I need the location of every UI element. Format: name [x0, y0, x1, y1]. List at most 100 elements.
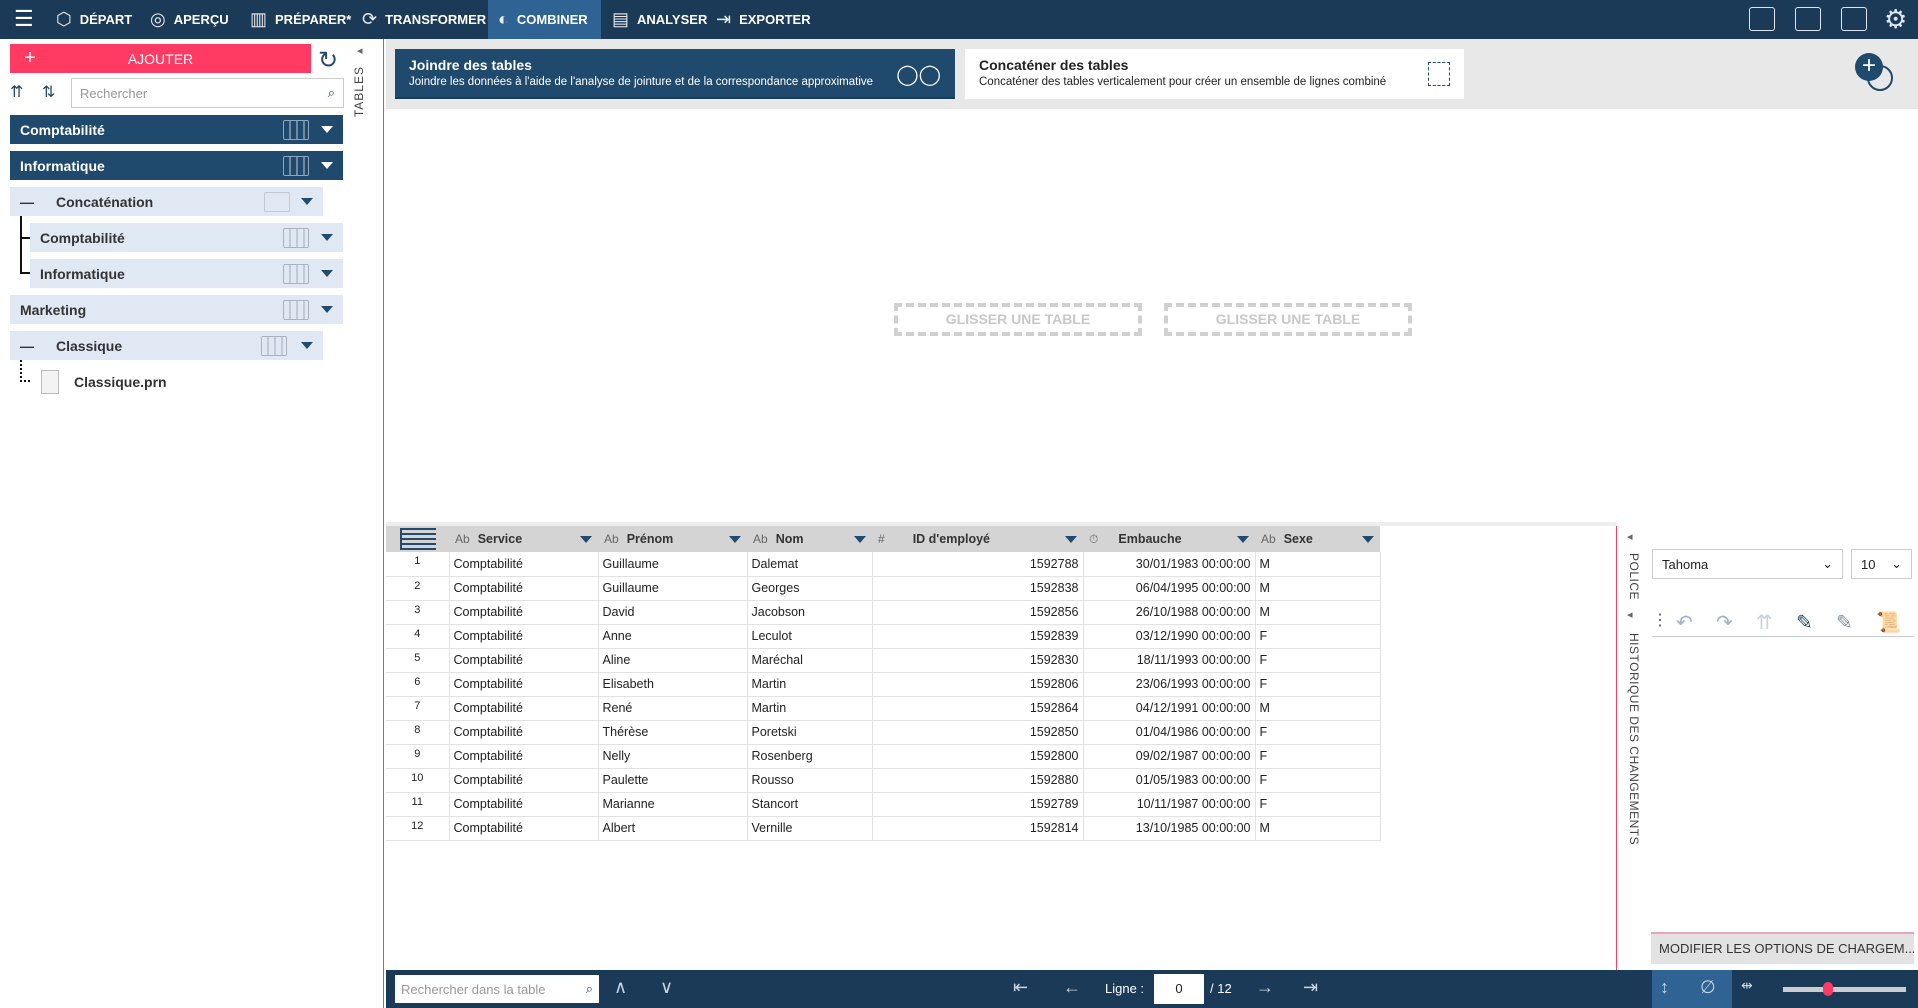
concat-tables-card[interactable]: Concaténer des tables Concaténer des tabl… — [965, 49, 1464, 99]
table-cell[interactable]: F — [1255, 768, 1381, 793]
table-cell[interactable]: David — [598, 600, 748, 625]
table-cell[interactable]: Comptabilité — [449, 624, 599, 649]
table-cell[interactable]: 09/02/1987 00:00:00 — [1083, 744, 1256, 769]
table-row[interactable]: 8 Comptabilité Thérèse Poretski 1592850 01/04… — [386, 720, 1381, 745]
collapse-police-icon[interactable]: ◂ — [1627, 530, 1633, 543]
table-cell[interactable]: Comptabilité — [449, 744, 599, 769]
row-number-input[interactable]: 0 — [1154, 974, 1204, 1004]
table-cell[interactable]: 1592839 — [872, 624, 1084, 649]
table-cell[interactable]: Comptabilité — [449, 816, 599, 841]
last-row-icon[interactable]: ⇥ — [1303, 977, 1318, 998]
table-cell[interactable]: 01/04/1986 00:00:00 — [1083, 720, 1256, 745]
help-book-icon[interactable] — [1841, 7, 1867, 31]
column-dropdown-icon[interactable] — [729, 536, 741, 543]
table-cell[interactable]: Thérèse — [598, 720, 748, 745]
font-family-select[interactable]: Tahoma ⌄ — [1652, 549, 1843, 579]
sort-icon[interactable]: ⇅ — [42, 82, 55, 102]
table-cell[interactable]: René — [598, 696, 748, 721]
table-cell[interactable]: Comptabilité — [449, 600, 599, 625]
table-row[interactable]: 6 Comptabilité Elisabeth Martin 1592806 23/06… — [386, 672, 1381, 697]
nav-depart[interactable]: ⬡ DÉPART — [46, 0, 142, 39]
nav-analyser[interactable]: ▤ ANALYSER — [602, 0, 717, 39]
table-cell[interactable]: Nelly — [598, 744, 748, 769]
tree-item-classique-prn[interactable]: Classique.prn — [74, 367, 167, 396]
police-section-label[interactable]: POLICE — [1627, 553, 1641, 600]
table-cell[interactable]: M — [1255, 696, 1381, 721]
row-height-icon[interactable]: ↕ — [1660, 977, 1669, 998]
table-cell[interactable]: F — [1255, 672, 1381, 697]
table-cell[interactable]: 1592789 — [872, 792, 1084, 817]
tree-item-classique[interactable]: — Classique — [10, 331, 323, 360]
table-cell[interactable]: Anne — [598, 624, 748, 649]
table-cell[interactable]: Georges — [747, 576, 873, 601]
table-cell[interactable]: 18/11/1993 00:00:00 — [1083, 648, 1256, 673]
nav-preparer[interactable]: ▥ PRÉPARER* — [240, 0, 361, 39]
table-cell[interactable]: F — [1255, 744, 1381, 769]
table-cell[interactable]: 03/12/1990 00:00:00 — [1083, 624, 1256, 649]
dropdown-caret-icon[interactable] — [321, 162, 333, 169]
column-dropdown-icon[interactable] — [1065, 536, 1077, 543]
nav-transformer[interactable]: ⟳ TRANSFORMER — [352, 0, 496, 39]
tree-item-marketing[interactable]: Marketing — [10, 295, 343, 324]
dropdown-caret-icon[interactable] — [301, 342, 313, 349]
join-tables-card[interactable]: Joindre des tables Joindre les données à … — [395, 49, 955, 99]
table-cell[interactable]: Comptabilité — [449, 576, 599, 601]
collapse-history-icon[interactable]: ◂ — [1627, 608, 1633, 621]
collapse-minus-icon[interactable]: — — [20, 338, 34, 354]
collapse-minus-icon[interactable]: — — [20, 194, 34, 210]
modify-load-options-button[interactable]: MODIFIER LES OPTIONS DE CHARGEM... — [1651, 932, 1914, 964]
table-row[interactable]: 11 Comptabilité Marianne Stancort 1592789 10/… — [386, 792, 1381, 817]
table-cell[interactable]: Marianne — [598, 792, 748, 817]
table-cell[interactable]: Dalemat — [747, 552, 873, 577]
hamburger-icon[interactable]: ☰ — [14, 6, 34, 32]
table-search-input[interactable]: Rechercher ⌕ — [71, 78, 344, 108]
first-row-icon[interactable]: ⇤ — [1013, 977, 1028, 998]
drop-zone-left[interactable]: GLISSER UNE TABLE — [894, 303, 1142, 336]
table-row[interactable]: 7 Comptabilité René Martin 1592864 04/12/1991… — [386, 696, 1381, 721]
table-row[interactable]: 3 Comptabilité David Jacobson 1592856 26/10/1… — [386, 600, 1381, 625]
table-cell[interactable]: F — [1255, 624, 1381, 649]
add-combine-icon[interactable]: + — [1855, 53, 1883, 81]
nav-combiner[interactable]: ◐ COMBINER — [488, 0, 601, 39]
table-cell[interactable]: Guillaume — [598, 552, 748, 577]
table-cell[interactable]: Paulette — [598, 768, 748, 793]
table-cell[interactable]: 01/05/1983 00:00:00 — [1083, 768, 1256, 793]
table-cell[interactable]: 1592850 — [872, 720, 1084, 745]
table-cell[interactable]: Comptabilité — [449, 672, 599, 697]
table-cell[interactable]: 1592788 — [872, 552, 1084, 577]
zoom-slider-handle[interactable] — [1823, 982, 1833, 996]
table-row[interactable]: 5 Comptabilité Aline Maréchal 1592830 18/11/1… — [386, 648, 1381, 673]
column-header-embauche[interactable]: ⏱ Embauche — [1083, 526, 1255, 552]
dropdown-caret-icon[interactable] — [321, 270, 333, 277]
table-cell[interactable]: Rosenberg — [747, 744, 873, 769]
table-cell[interactable]: Guillaume — [598, 576, 748, 601]
column-dropdown-icon[interactable] — [1237, 536, 1249, 543]
next-row-icon[interactable]: → — [1256, 977, 1274, 998]
tree-item-concatenation[interactable]: — Concaténation — [10, 187, 323, 216]
history-section-label[interactable]: HISTORIQUE DES CHANGEMENTS — [1627, 633, 1641, 845]
table-cell[interactable]: M — [1255, 816, 1381, 841]
column-header-nom[interactable]: Ab Nom — [747, 526, 872, 552]
script-icon[interactable]: 📜 — [1876, 610, 1901, 635]
column-dropdown-icon[interactable] — [1362, 536, 1374, 543]
table-cell[interactable]: Jacobson — [747, 600, 873, 625]
table-cell[interactable]: 23/06/1993 00:00:00 — [1083, 672, 1256, 697]
gear-icon[interactable]: ⚙ — [1884, 4, 1907, 35]
tree-item-informatique-child[interactable]: Informatique — [30, 259, 343, 288]
table-cell[interactable]: 30/01/1983 00:00:00 — [1083, 552, 1256, 577]
table-cell[interactable]: Comptabilité — [449, 696, 599, 721]
table-cell[interactable]: 1592814 — [872, 816, 1084, 841]
table-cell[interactable]: Vernille — [747, 816, 873, 841]
table-cell[interactable]: 10/11/1987 00:00:00 — [1083, 792, 1256, 817]
previous-row-icon[interactable]: ← — [1063, 977, 1081, 998]
table-cell[interactable]: 1592830 — [872, 648, 1084, 673]
table-row[interactable]: 1 Comptabilité Guillaume Dalemat 1592788 30/0… — [386, 552, 1381, 577]
dropdown-caret-icon[interactable] — [321, 306, 333, 313]
tables-panel-label[interactable]: TABLES — [352, 66, 366, 117]
tree-item-comptabilite[interactable]: Comptabilité — [10, 115, 343, 144]
table-cell[interactable]: 1592800 — [872, 744, 1084, 769]
table-cell[interactable]: 13/10/1985 00:00:00 — [1083, 816, 1256, 841]
table-cell[interactable]: F — [1255, 720, 1381, 745]
search-in-table-input[interactable]: Rechercher dans la table ⌕ — [395, 975, 599, 1003]
redo-icon[interactable]: ↷ — [1716, 610, 1733, 635]
